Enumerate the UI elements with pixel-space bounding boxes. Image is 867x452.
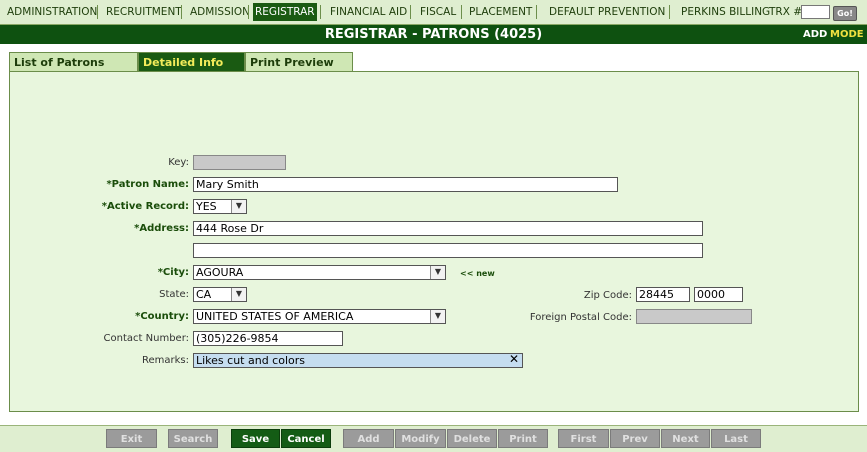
remarks-input[interactable]: Likes cut and colors ✕ xyxy=(193,353,523,368)
nav-administration[interactable]: ADMINISTRATION xyxy=(7,0,97,24)
chevron-down-icon: ▼ xyxy=(430,310,445,323)
address-line2-input[interactable] xyxy=(193,243,703,258)
nav-recruitment[interactable]: RECRUITMENT xyxy=(106,0,182,24)
chevron-down-icon: ▼ xyxy=(231,288,246,301)
active-record-label: *Active Record: xyxy=(101,201,189,212)
top-nav: ADMINISTRATION RECRUITMENT ADMISSION REG… xyxy=(0,0,867,25)
nav-divider xyxy=(181,5,182,19)
nav-divider xyxy=(410,5,411,19)
city-select[interactable]: AGOURA ▼ xyxy=(193,265,446,280)
key-field xyxy=(193,155,286,170)
nav-fiscal[interactable]: FISCAL xyxy=(420,0,456,24)
nav-registrar[interactable]: REGISTRAR xyxy=(253,3,317,21)
tab-list-of-patrons[interactable]: List of Patrons xyxy=(9,52,138,71)
chevron-down-icon: ▼ xyxy=(231,200,246,213)
key-label: Key: xyxy=(168,157,189,168)
cancel-button[interactable]: Cancel xyxy=(281,429,331,448)
delete-button[interactable]: Delete xyxy=(447,429,497,448)
address-line1-input[interactable]: 444 Rose Dr xyxy=(193,221,703,236)
remarks-value: Likes cut and colors xyxy=(196,354,305,367)
foreign-postal-code-label: Foreign Postal Code: xyxy=(529,312,632,323)
clear-icon[interactable]: ✕ xyxy=(509,354,519,366)
nav-financial-aid[interactable]: FINANCIAL AID xyxy=(330,0,407,24)
go-button[interactable]: Go! xyxy=(833,6,857,21)
first-button[interactable]: First xyxy=(558,429,609,448)
chevron-down-icon: ▼ xyxy=(430,266,445,279)
print-button[interactable]: Print xyxy=(498,429,548,448)
nav-placement[interactable]: PLACEMENT xyxy=(469,0,532,24)
country-label: *Country: xyxy=(135,311,189,322)
country-select[interactable]: UNITED STATES OF AMERICA ▼ xyxy=(193,309,446,324)
last-button[interactable]: Last xyxy=(711,429,761,448)
state-label: State: xyxy=(159,289,189,300)
active-record-select[interactable]: YES ▼ xyxy=(193,199,247,214)
address-label: *Address: xyxy=(134,223,189,234)
nav-divider xyxy=(669,5,670,19)
title-bar: REGISTRAR - PATRONS (4025) ADD MODE xyxy=(0,25,867,44)
nav-divider xyxy=(97,5,98,19)
country-value: UNITED STATES OF AMERICA xyxy=(196,310,354,323)
page-title: REGISTRAR - PATRONS (4025) xyxy=(324,27,543,42)
nav-perkins-billing[interactable]: PERKINS BILLING xyxy=(681,0,770,24)
contact-number-label: Contact Number: xyxy=(103,333,189,344)
exit-button[interactable]: Exit xyxy=(106,429,157,448)
nav-divider xyxy=(461,5,462,19)
mode-label: MODE xyxy=(830,29,864,40)
zip-code-ext-input[interactable]: 0000 xyxy=(694,287,743,302)
state-value: CA xyxy=(196,288,212,301)
city-value: AGOURA xyxy=(196,266,244,279)
search-button[interactable]: Search xyxy=(168,429,218,448)
patron-name-input[interactable]: Mary Smith xyxy=(193,177,618,192)
trx-input[interactable] xyxy=(801,5,830,19)
zip-code-input[interactable]: 28445 xyxy=(636,287,690,302)
nav-divider xyxy=(248,5,249,19)
state-select[interactable]: CA ▼ xyxy=(193,287,247,302)
zip-code-label: Zip Code: xyxy=(583,290,632,301)
nav-admission[interactable]: ADMISSION xyxy=(190,0,250,24)
prev-button[interactable]: Prev xyxy=(610,429,660,448)
city-label: *City: xyxy=(157,267,189,278)
active-record-value: YES xyxy=(196,200,217,213)
patron-name-label: *Patron Name: xyxy=(106,179,189,190)
new-city-link[interactable]: << new xyxy=(460,269,495,278)
add-button[interactable]: Add xyxy=(343,429,394,448)
nav-divider xyxy=(320,5,321,19)
remarks-label: Remarks: xyxy=(141,355,189,366)
save-button[interactable]: Save xyxy=(231,429,280,448)
tab-print-preview[interactable]: Print Preview xyxy=(245,52,353,71)
tab-detailed-info[interactable]: Detailed Info xyxy=(138,52,245,71)
foreign-postal-code-field xyxy=(636,309,752,324)
next-button[interactable]: Next xyxy=(661,429,710,448)
mode-value: ADD xyxy=(803,29,828,40)
nav-divider xyxy=(536,5,537,19)
contact-number-input[interactable]: (305)226-9854 xyxy=(193,331,343,346)
modify-button[interactable]: Modify xyxy=(395,429,446,448)
nav-default-prevention[interactable]: DEFAULT PREVENTION xyxy=(549,0,665,24)
